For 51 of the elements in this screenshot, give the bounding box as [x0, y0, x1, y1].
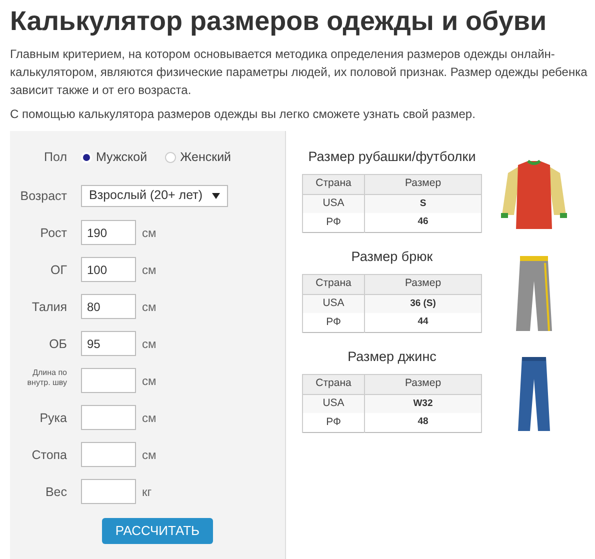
- table-header: Размер: [364, 374, 482, 394]
- unit-label: см: [142, 262, 156, 278]
- page-title: Калькулятор размеров одежды и обуви: [9, 5, 548, 38]
- table-header: Размер: [364, 174, 482, 194]
- table-header: Страна: [302, 274, 364, 294]
- field-label: Пол: [44, 150, 67, 164]
- gender-radio[interactable]: Женский: [165, 148, 232, 166]
- field-label: Вес: [45, 484, 67, 498]
- table-cell: 44: [364, 313, 482, 332]
- measurement-input[interactable]: 95: [81, 331, 136, 356]
- table-header: Страна: [302, 174, 364, 194]
- field-label: Рука: [40, 410, 67, 424]
- intro-paragraph: С помощью калькулятора размеров одежды вы легко сможете узнать свой размер.: [10, 106, 476, 123]
- intro-paragraph: Главным критерием, на котором основывается методика определения размеров одежды онлайн-калькулятором, являются физические параметры людей, их половой признак. Размер одежды ребенка зависит также и от его возраста.: [10, 46, 588, 99]
- unit-label: см: [142, 298, 156, 316]
- radio-icon[interactable]: [165, 152, 176, 162]
- measurement-input[interactable]: 100: [81, 257, 136, 282]
- unit-label: см: [142, 372, 156, 390]
- measurement-input[interactable]: 80: [81, 294, 136, 319]
- table-cell: РФ: [302, 213, 364, 232]
- field-label: Рост: [40, 226, 67, 240]
- age-select[interactable]: Взрослый (20+ лет): [81, 184, 228, 206]
- unit-label: см: [142, 224, 156, 242]
- field-label: Возраст: [20, 188, 67, 202]
- result-title: Размер джинс: [348, 348, 436, 366]
- table-header: Размер: [364, 274, 482, 294]
- field-label: Длина по внутр. шву: [26, 368, 67, 388]
- field-label: Талия: [32, 300, 67, 314]
- gender-radio[interactable]: Мужской: [81, 148, 148, 166]
- unit-label: см: [142, 446, 156, 464]
- field-label: ОГ: [50, 262, 67, 276]
- measurement-input[interactable]: [81, 405, 136, 430]
- table-header: Страна: [302, 374, 364, 394]
- radio-icon[interactable]: [81, 152, 92, 162]
- dropdown-caret-icon: [212, 192, 220, 198]
- table-cell: РФ: [302, 413, 364, 432]
- result-title: Размер брюк: [351, 248, 433, 266]
- calculate-button[interactable]: РАССЧИТАТЬ: [102, 518, 213, 544]
- unit-label: см: [142, 410, 156, 426]
- measurement-input[interactable]: [81, 442, 136, 467]
- measurement-input[interactable]: [81, 368, 136, 393]
- unit-label: см: [142, 336, 156, 352]
- table-cell: 48: [364, 413, 482, 432]
- table-cell: 46: [364, 213, 482, 232]
- result-title: Размер рубашки/футболки: [308, 148, 476, 166]
- table-cell: РФ: [302, 313, 364, 332]
- unit-label: кг: [142, 484, 152, 500]
- measurement-input[interactable]: [81, 479, 136, 504]
- measurement-input[interactable]: 190: [81, 220, 136, 245]
- field-label: Стопа: [32, 448, 67, 462]
- field-label: ОБ: [49, 336, 67, 350]
